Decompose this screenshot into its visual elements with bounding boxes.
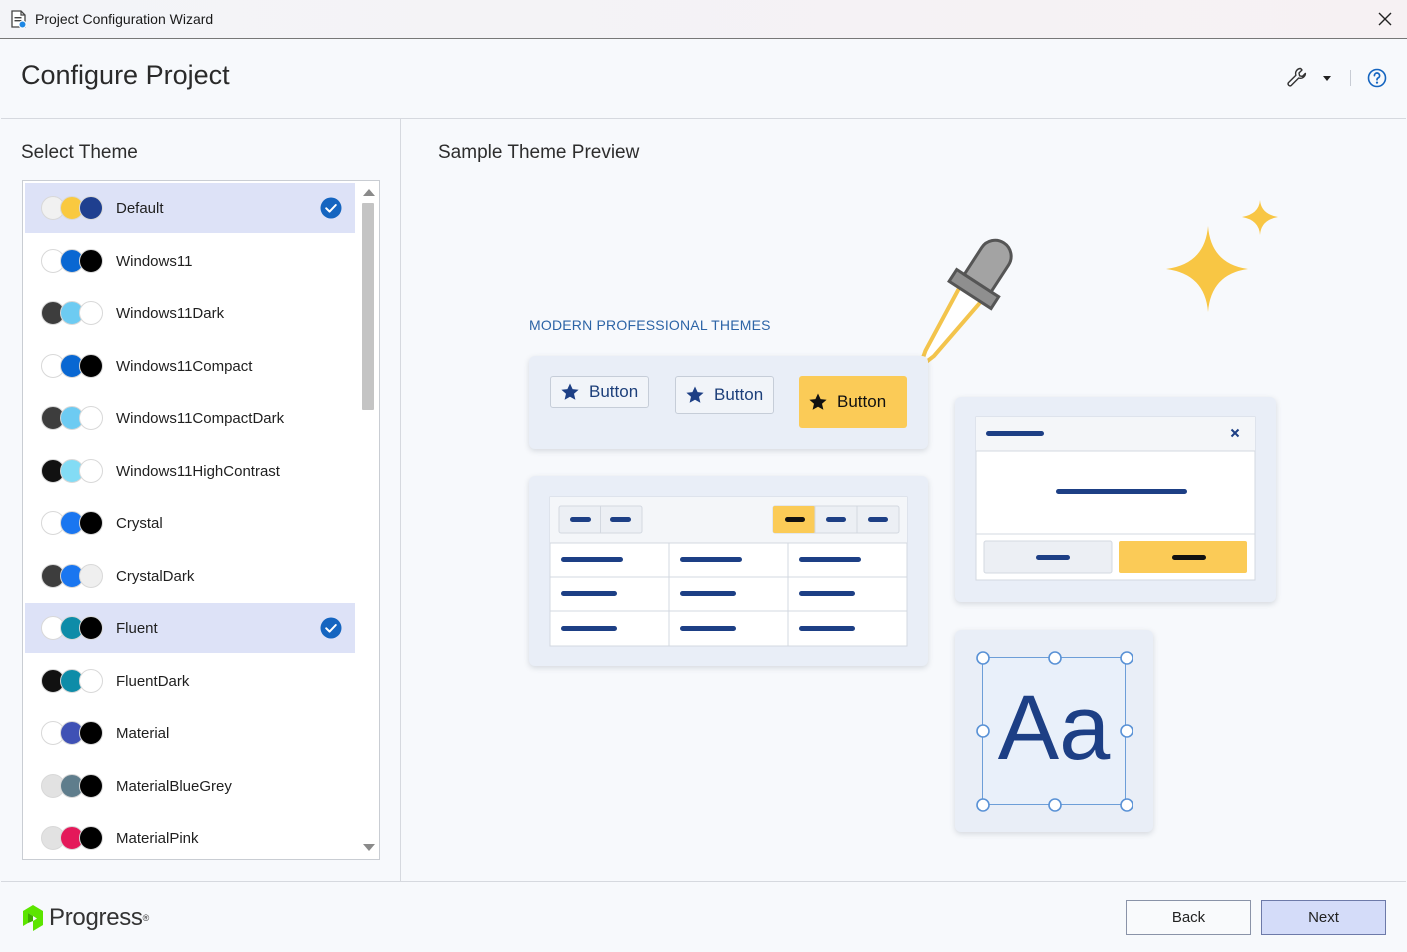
tools-dropdown-button[interactable] xyxy=(1284,65,1334,91)
progress-logo-text: Progress xyxy=(49,904,143,931)
theme-swatches xyxy=(41,563,105,588)
theme-item-windows11[interactable]: Windows11 xyxy=(25,236,355,286)
theme-swatches xyxy=(41,511,105,535)
trademark-mark: ® xyxy=(142,913,150,923)
theme-swatches xyxy=(41,248,105,273)
theme-swatches xyxy=(41,668,105,693)
select-theme-label: Select Theme xyxy=(21,142,138,163)
wrench-icon xyxy=(1287,67,1307,87)
color-swatch xyxy=(79,406,103,430)
grid-preview-card xyxy=(529,476,928,666)
theme-preview-panel: Sample Theme Preview MODERN PROFESSIONAL… xyxy=(402,119,1406,881)
theme-name-label: CrystalDark xyxy=(116,567,195,585)
progress-logo: Progress ® xyxy=(21,902,149,934)
theme-item-materialpink[interactable]: MaterialPink xyxy=(25,813,355,859)
color-swatch xyxy=(79,773,103,798)
theme-swatches xyxy=(41,721,105,745)
page-title: Configure Project xyxy=(21,60,230,90)
preview-button-1[interactable]: Button xyxy=(550,376,649,408)
theme-name-label: Fluent xyxy=(116,620,158,637)
next-button[interactable]: Next xyxy=(1261,900,1386,935)
scroll-down-arrow-icon[interactable] xyxy=(363,844,375,851)
star-icon xyxy=(561,383,579,400)
color-swatch xyxy=(79,616,103,640)
color-swatch xyxy=(79,721,103,745)
preview-button-1-label: Button xyxy=(589,382,639,401)
theme-name-label: Windows11HighContrast xyxy=(116,462,280,480)
button-preview-card: Button Button Button xyxy=(529,356,928,449)
theme-item-windows11compactdark[interactable]: Windows11CompactDark xyxy=(25,393,355,443)
theme-name-label: MaterialPink xyxy=(116,830,199,847)
theme-list[interactable]: Default Windows11 Windows11Dark Windows11Co… xyxy=(22,180,380,860)
theme-item-material[interactable]: Material xyxy=(25,708,355,758)
color-swatch xyxy=(79,458,103,483)
preview-heading: MODERN PROFESSIONAL THEMES xyxy=(529,317,771,333)
footer: Progress ® Back Next xyxy=(1,881,1406,951)
theme-item-windows11dark[interactable]: Windows11Dark xyxy=(25,288,355,338)
resize-handles[interactable] xyxy=(975,650,1133,812)
window-title: Project Configuration Wizard xyxy=(35,11,214,27)
theme-swatches xyxy=(41,458,105,483)
theme-selection-panel: Select Theme Default Windows11 Windows11Da… xyxy=(1,119,401,881)
theme-item-materialbluegrey[interactable]: MaterialBlueGrey xyxy=(25,761,355,811)
theme-item-crystal[interactable]: Crystal xyxy=(25,498,355,548)
preview-button-2-label: Button xyxy=(714,385,764,404)
help-icon[interactable] xyxy=(1367,68,1387,88)
toolbar-divider xyxy=(1350,70,1351,86)
theme-name-label: FluentDark xyxy=(116,672,190,690)
preview-button-2[interactable]: Button xyxy=(675,376,774,414)
color-swatch xyxy=(79,511,103,535)
dialog-preview-card xyxy=(955,397,1276,602)
theme-name-label: MaterialBlueGrey xyxy=(116,777,232,795)
color-swatch xyxy=(79,563,103,588)
theme-item-default[interactable]: Default xyxy=(25,183,355,233)
theme-swatches xyxy=(41,406,105,430)
star-icon xyxy=(809,393,827,410)
color-swatch xyxy=(79,668,103,693)
checkmark-icon xyxy=(320,197,342,219)
theme-swatches xyxy=(41,196,105,220)
scroll-up-arrow-icon[interactable] xyxy=(363,189,375,196)
preview-button-3[interactable]: Button xyxy=(799,376,907,428)
theme-swatches xyxy=(41,826,105,850)
theme-swatches xyxy=(41,773,105,798)
color-swatch xyxy=(79,301,103,325)
close-icon[interactable] xyxy=(1375,9,1395,29)
theme-name-label: Default xyxy=(116,200,164,217)
theme-swatches xyxy=(41,353,105,378)
preview-button-3-label: Button xyxy=(837,392,887,411)
grid-preview-graphic xyxy=(549,496,908,647)
theme-name-label: Windows11Compact xyxy=(116,357,253,375)
typography-preview-card: Aa xyxy=(955,630,1153,832)
theme-swatches xyxy=(41,616,105,640)
dialog-preview-graphic xyxy=(975,416,1256,581)
header: Configure Project xyxy=(1,39,1406,119)
theme-item-windows11highcontrast[interactable]: Windows11HighContrast xyxy=(25,446,355,496)
app-icon xyxy=(11,10,27,29)
star-icon xyxy=(686,386,704,403)
theme-item-fluent[interactable]: Fluent xyxy=(25,603,355,653)
chevron-down-icon xyxy=(1323,76,1331,81)
color-swatch xyxy=(79,353,103,378)
color-swatch xyxy=(79,248,103,273)
progress-logo-icon xyxy=(23,905,43,931)
title-bar: Project Configuration Wizard xyxy=(0,0,1407,39)
checkmark-icon xyxy=(320,617,342,639)
sparkles-icon xyxy=(1166,200,1278,312)
sample-preview-label: Sample Theme Preview xyxy=(438,142,640,163)
theme-item-crystaldark[interactable]: CrystalDark xyxy=(25,551,355,601)
theme-name-label: Material xyxy=(116,725,170,742)
theme-name-label: Windows11 xyxy=(116,252,193,270)
scroll-thumb[interactable] xyxy=(362,203,374,410)
theme-swatches xyxy=(41,301,105,325)
color-swatch xyxy=(79,826,103,850)
color-swatch xyxy=(79,196,103,220)
theme-item-fluentdark[interactable]: FluentDark xyxy=(25,656,355,706)
theme-name-label: Windows11Dark xyxy=(116,305,225,322)
theme-name-label: Windows11CompactDark xyxy=(116,410,285,427)
theme-item-windows11compact[interactable]: Windows11Compact xyxy=(25,341,355,391)
theme-list-scrollbar[interactable] xyxy=(358,181,379,859)
back-button[interactable]: Back xyxy=(1126,900,1251,935)
theme-name-label: Crystal xyxy=(116,515,163,532)
